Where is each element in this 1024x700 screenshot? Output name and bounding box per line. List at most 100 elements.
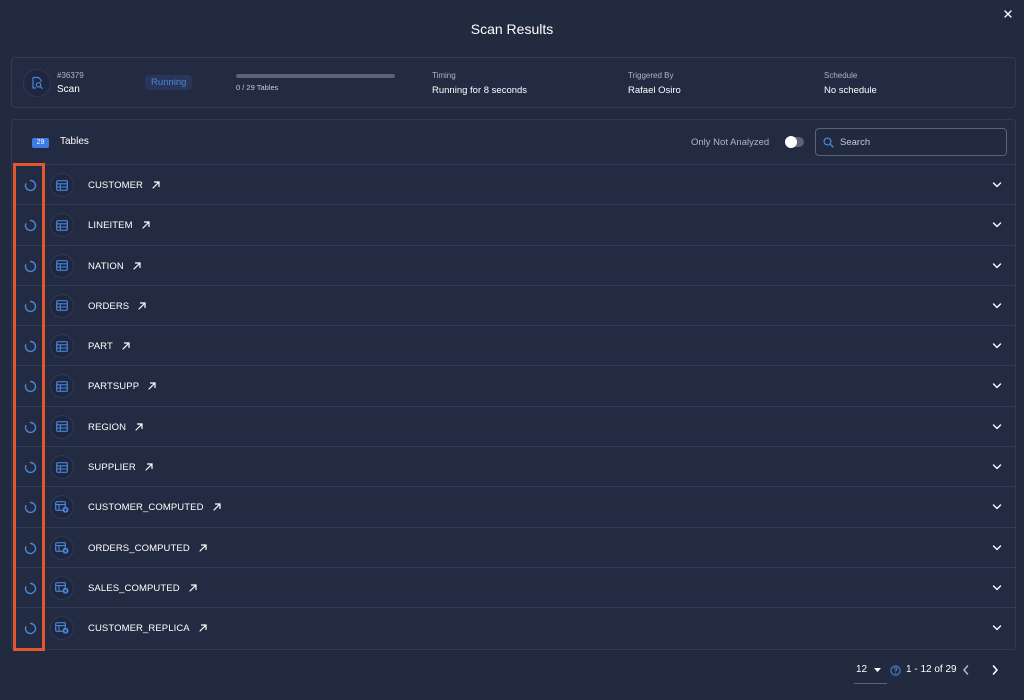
triggered-by-value: Rafael Osiro <box>628 85 681 96</box>
tables-list: CUSTOMER LINEITEM NATION ORDERS PART PARTSUPP… <box>12 165 1015 649</box>
table-icon <box>50 173 74 197</box>
table-row[interactable]: ORDERS <box>12 286 1015 327</box>
progress-text: 0 / 29 Tables <box>236 83 279 92</box>
only-not-analyzed-toggle[interactable] <box>785 136 804 148</box>
close-icon <box>1004 10 1012 18</box>
loading-spinner-icon <box>24 502 37 514</box>
external-link-icon[interactable] <box>138 302 146 310</box>
loading-spinner-icon <box>24 340 37 353</box>
table-name: LINEITEM <box>88 220 150 231</box>
chevron-down-icon[interactable] <box>992 302 1002 310</box>
chevron-down-icon[interactable] <box>992 342 1002 350</box>
table-name-text: CUSTOMER_COMPUTED <box>88 502 204 514</box>
computed-table-icon <box>50 575 74 600</box>
table-row[interactable]: LINEITEM <box>12 205 1015 246</box>
loading-spinner-icon <box>24 421 37 433</box>
modal-title: Scan Results <box>470 21 554 37</box>
table-row[interactable]: NATION <box>12 246 1015 286</box>
scan-id: #36379 <box>57 71 84 80</box>
search-field[interactable] <box>815 128 1007 156</box>
triggered-by-label: Triggered By <box>628 71 674 80</box>
chevron-down-icon[interactable] <box>992 382 1002 390</box>
table-name-text: LINEITEM <box>88 220 133 232</box>
tables-title: Tables <box>60 136 89 147</box>
loading-spinner-icon <box>24 582 37 595</box>
table-name: SALES_COMPUTED <box>88 583 197 594</box>
table-name: REGION <box>88 422 143 433</box>
page-size-underline <box>854 683 887 684</box>
external-link-icon[interactable] <box>122 342 130 350</box>
previous-page-button[interactable] <box>961 664 971 676</box>
close-button[interactable] <box>1000 6 1016 22</box>
tables-count-badge: 29 <box>32 138 49 148</box>
search-input[interactable] <box>840 136 1000 148</box>
table-icon <box>50 334 74 359</box>
external-link-icon[interactable] <box>212 503 221 511</box>
table-row[interactable]: ORDERS_COMPUTED <box>12 528 1015 568</box>
table-row[interactable]: SUPPLIER <box>12 447 1015 488</box>
external-link-icon[interactable] <box>199 624 207 632</box>
table-name: ORDERS_COMPUTED <box>88 543 207 554</box>
table-row[interactable]: CUSTOMER_REPLICA <box>12 608 1015 648</box>
table-row[interactable]: SALES_COMPUTED <box>12 568 1015 609</box>
tables-panel: 29 Tables Only Not Analyzed CUSTOMER LINE… <box>11 119 1016 650</box>
external-link-icon[interactable] <box>135 423 143 431</box>
table-name: PARTSUPP <box>88 381 156 392</box>
external-link-icon[interactable] <box>145 463 153 471</box>
table-row[interactable]: REGION <box>12 407 1015 448</box>
chevron-down-icon[interactable] <box>992 503 1002 511</box>
tables-panel-header: 29 Tables Only Not Analyzed <box>12 120 1015 165</box>
external-link-icon[interactable] <box>189 584 197 592</box>
loading-spinner-icon <box>24 542 37 554</box>
table-row[interactable]: PARTSUPP <box>12 366 1015 407</box>
scan-progress-bar <box>236 74 395 78</box>
external-link-icon[interactable] <box>148 382 156 391</box>
table-name: NATION <box>88 261 141 272</box>
chevron-down-icon[interactable] <box>992 624 1002 632</box>
table-name-text: ORDERS <box>88 300 130 312</box>
table-row[interactable]: PART <box>12 326 1015 367</box>
external-link-icon[interactable] <box>152 181 160 189</box>
timing-label: Timing <box>432 71 456 80</box>
table-name-text: CUSTOMER_REPLICA <box>88 623 190 635</box>
table-row[interactable]: CUSTOMER_COMPUTED <box>12 487 1015 528</box>
table-name-text: SUPPLIER <box>88 462 136 474</box>
table-name-text: ORDERS_COMPUTED <box>88 542 190 554</box>
computed-table-icon <box>50 495 74 520</box>
table-name-text: SALES_COMPUTED <box>88 582 180 594</box>
table-icon <box>50 213 74 238</box>
table-icon <box>50 455 74 480</box>
loading-spinner-icon <box>24 300 37 313</box>
table-icon <box>50 374 74 399</box>
toggle-knob <box>785 136 797 148</box>
external-link-icon[interactable] <box>142 221 150 229</box>
table-name-text: NATION <box>88 260 124 272</box>
chevron-down-icon[interactable] <box>992 544 1002 552</box>
table-row[interactable]: CUSTOMER <box>12 165 1015 206</box>
table-name: CUSTOMER <box>88 180 160 191</box>
external-link-icon[interactable] <box>199 544 207 552</box>
table-name-text: PART <box>88 341 113 353</box>
table-name-text: REGION <box>88 421 127 433</box>
chevron-down-icon[interactable] <box>992 423 1002 431</box>
scan-icon <box>23 69 51 97</box>
next-page-button[interactable] <box>990 664 1000 676</box>
table-name: CUSTOMER_REPLICA <box>88 623 207 634</box>
chevron-down-icon[interactable] <box>992 463 1002 471</box>
loading-spinner-icon <box>24 220 37 232</box>
loading-spinner-icon <box>24 461 37 474</box>
caret-down-icon[interactable] <box>874 668 881 672</box>
chevron-down-icon[interactable] <box>992 262 1002 270</box>
table-name-text: PARTSUPP <box>88 381 140 393</box>
table-icon <box>50 253 74 278</box>
table-name: ORDERS <box>88 301 146 312</box>
chevron-down-icon[interactable] <box>992 181 1002 189</box>
external-link-icon[interactable] <box>133 261 141 270</box>
chevron-down-icon[interactable] <box>992 221 1002 229</box>
loading-spinner-icon <box>24 623 37 635</box>
chevron-down-icon[interactable] <box>992 584 1002 592</box>
schedule-value: No schedule <box>824 85 877 96</box>
loading-spinner-icon <box>24 179 37 192</box>
help-icon[interactable] <box>890 665 901 676</box>
page-size-select[interactable]: 12 <box>856 664 867 675</box>
